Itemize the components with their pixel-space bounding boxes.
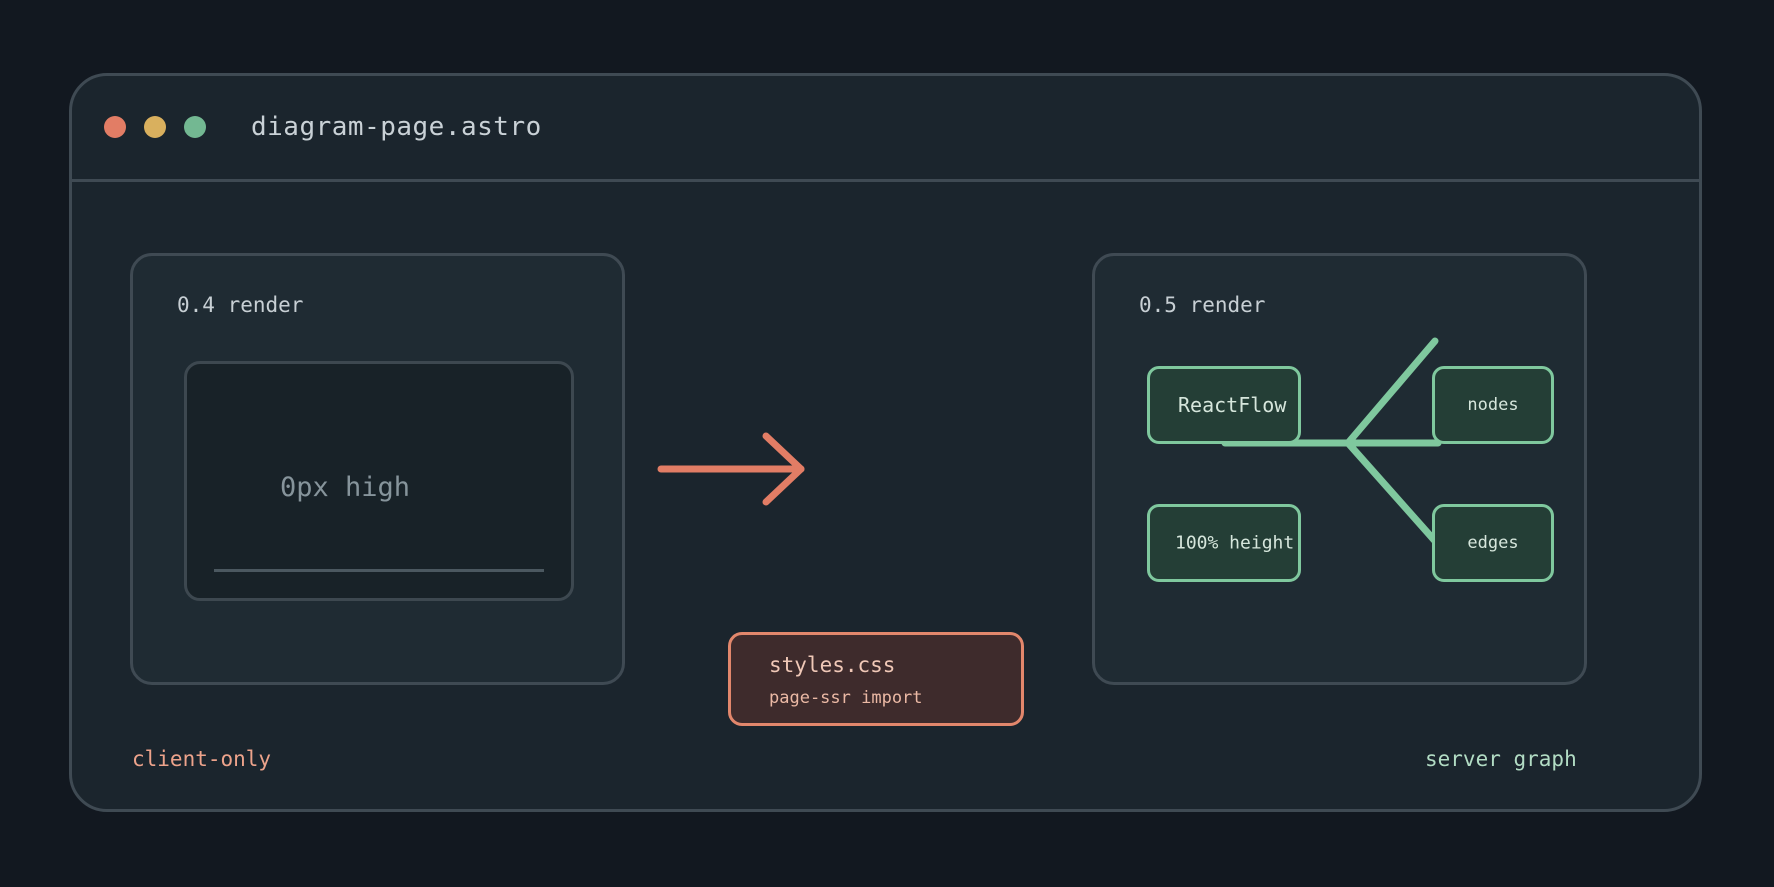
old-render-label: 0.4 render bbox=[177, 293, 304, 317]
collapsed-baseline bbox=[214, 569, 544, 572]
window-minimize-dot[interactable] bbox=[144, 116, 166, 138]
title-bar: diagram-page.astro bbox=[72, 76, 1699, 182]
new-render-panel: 0.5 render ReactFlow nodes 100% height e… bbox=[1092, 253, 1587, 685]
reactflow-node-label: ReactFlow bbox=[1178, 393, 1287, 417]
edges-node-label: edges bbox=[1467, 533, 1519, 553]
zero-height-text: 0px high bbox=[280, 472, 411, 503]
old-render-panel: 0.4 render 0px high bbox=[130, 253, 625, 685]
client-only-label: client-only bbox=[132, 747, 272, 771]
new-render-label: 0.5 render bbox=[1139, 293, 1266, 317]
edges-node: edges bbox=[1432, 504, 1554, 582]
window-title: diagram-page.astro bbox=[251, 112, 542, 142]
nodes-node-label: nodes bbox=[1467, 395, 1519, 415]
height-node: 100% height bbox=[1147, 504, 1301, 582]
window-close-dot[interactable] bbox=[104, 116, 126, 138]
graph-edges bbox=[1221, 337, 1442, 545]
styles-file-name: styles.css bbox=[769, 653, 896, 677]
right-arrow-icon bbox=[657, 432, 805, 506]
window-maximize-dot[interactable] bbox=[184, 116, 206, 138]
server-graph-label: server graph bbox=[1425, 747, 1577, 771]
styles-import-box: styles.css page-ssr import bbox=[728, 632, 1024, 726]
styles-import-note: page-ssr import bbox=[769, 688, 923, 708]
reactflow-node: ReactFlow bbox=[1147, 366, 1301, 444]
height-node-label: 100% height bbox=[1175, 532, 1295, 554]
empty-diagram-container: 0px high bbox=[184, 361, 574, 601]
nodes-node: nodes bbox=[1432, 366, 1554, 444]
